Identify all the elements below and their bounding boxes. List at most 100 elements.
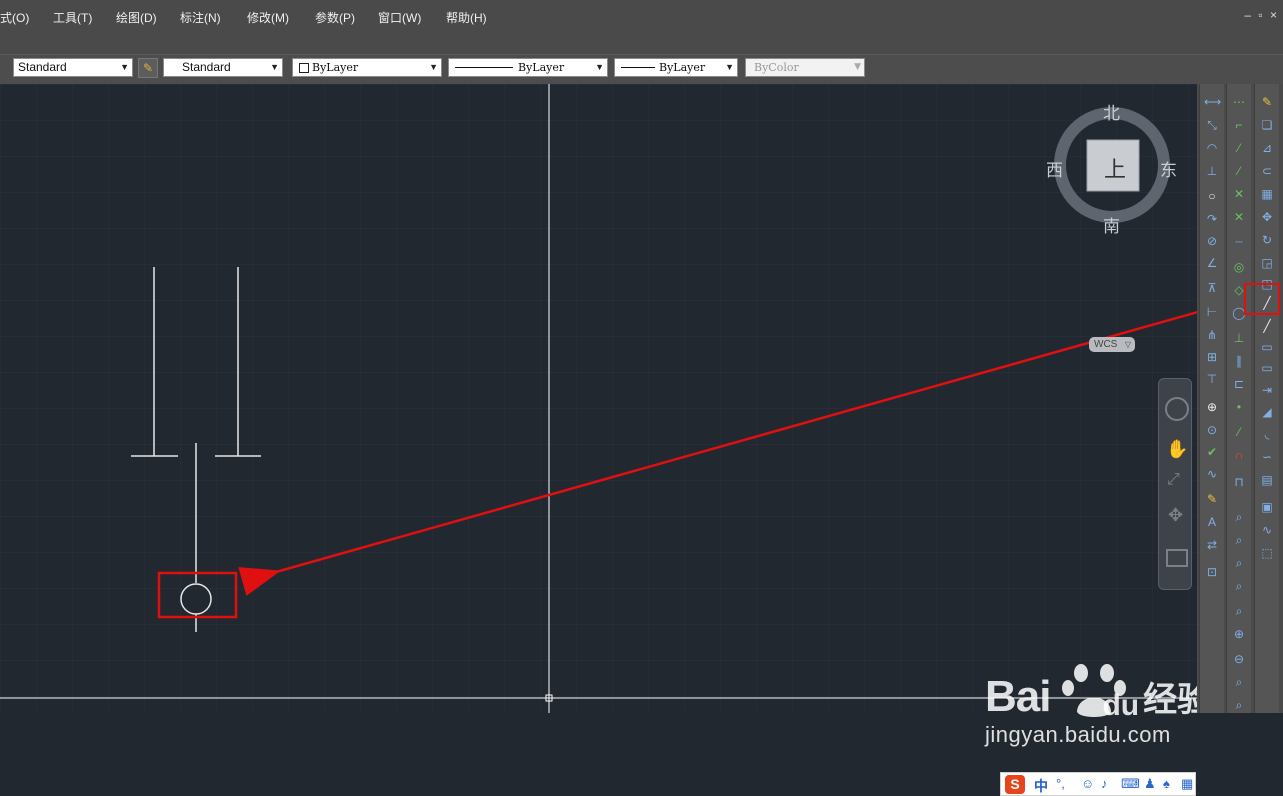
zoom-extents-tb-icon[interactable]: ⌕ (1231, 697, 1247, 713)
zoom-in-icon[interactable]: ⊕ (1231, 626, 1247, 642)
diameter-icon[interactable]: ⊘ (1204, 233, 1220, 249)
color-select[interactable]: ByLayer ▼ (292, 58, 442, 77)
showmotion-icon[interactable] (1166, 549, 1188, 567)
dimedit-icon[interactable]: ✎ (1204, 491, 1220, 507)
snap-endpoint-icon[interactable]: ⁄ (1231, 140, 1247, 156)
ime-chinese-mode[interactable]: 中 (1034, 776, 1048, 796)
toolbox-icon[interactable]: ▦ (1181, 776, 1193, 792)
snap-midpoint-icon[interactable]: ⁄ (1231, 163, 1247, 179)
snap-parallel-icon[interactable]: ∥ (1231, 353, 1247, 369)
microphone-icon[interactable]: ♪ (1101, 776, 1108, 791)
baseline-icon[interactable]: ⊢ (1204, 304, 1220, 320)
array-icon[interactable]: ▦ (1259, 186, 1275, 202)
window-controls[interactable]: – ▫ × (1244, 8, 1279, 22)
tolerance-icon[interactable]: ⊕ (1204, 399, 1220, 415)
linetype-select[interactable]: ByLayer ▼ (448, 58, 608, 77)
fillet-icon[interactable]: ◟ (1259, 426, 1275, 442)
break-icon[interactable]: ⊤ (1204, 371, 1220, 387)
chamfer-icon[interactable]: ◢ (1259, 404, 1275, 420)
angular-icon[interactable]: ∠ (1204, 255, 1220, 271)
snap-extension-icon[interactable]: ┈ (1231, 234, 1247, 250)
snap-apparent-icon[interactable]: ✕ (1231, 209, 1247, 225)
snap-perpendicular-icon[interactable]: ⊥ (1231, 330, 1247, 346)
viewcube-west[interactable]: 西 (1046, 156, 1063, 181)
rotate-icon[interactable]: ↻ (1259, 232, 1275, 248)
quick-dimension-icon[interactable]: ⊼ (1204, 280, 1220, 296)
snap-settings-icon[interactable]: ⊓ (1231, 474, 1247, 490)
temporary-track-icon[interactable]: ⋯ (1231, 94, 1247, 110)
snap-node-icon[interactable]: • (1231, 399, 1247, 415)
orbit-icon[interactable]: ✥ (1168, 505, 1183, 526)
explode-icon[interactable]: ▤ (1259, 472, 1275, 488)
inspection-icon[interactable]: ✔ (1204, 444, 1220, 460)
dimstyle-icon[interactable]: ⊡ (1204, 564, 1220, 580)
continue-icon[interactable]: ⋔ (1204, 327, 1220, 343)
steering-wheel-icon[interactable] (1165, 397, 1189, 421)
snap-intersection-icon[interactable]: ✕ (1231, 186, 1247, 202)
join-icon[interactable]: ⇥ (1259, 382, 1275, 398)
viewcube-east[interactable]: 东 (1160, 156, 1177, 181)
mirror-icon[interactable]: ⊿ (1259, 140, 1275, 156)
ime-punctuation[interactable]: °, (1056, 776, 1065, 791)
sogou-logo-icon[interactable]: S (1005, 775, 1025, 794)
snap-center-icon[interactable]: ◎ (1231, 259, 1247, 275)
zoom-object-icon[interactable]: ⌕ (1231, 603, 1247, 619)
pan-hand-icon[interactable]: ✋ (1166, 439, 1188, 460)
snap-from-icon[interactable]: ⌐ (1231, 117, 1247, 133)
extend-icon[interactable]: ╱ (1259, 318, 1275, 334)
update-icon[interactable]: ⇄ (1204, 537, 1220, 553)
linear-dimension-icon[interactable]: ⟷ (1204, 94, 1221, 110)
aligned-dimension-icon[interactable]: ⤡ (1204, 117, 1220, 133)
jogged-icon[interactable]: ↷ (1204, 211, 1220, 227)
lineweight-select[interactable]: ByLayer ▼ (614, 58, 738, 77)
select-icon[interactable]: ⬚ (1259, 545, 1275, 561)
viewcube-south[interactable]: 南 (1103, 212, 1120, 237)
menu-dimension[interactable]: 标注(N) (180, 9, 221, 26)
break-icon-2[interactable]: ▭ (1259, 360, 1275, 376)
viewcube-north[interactable]: 北 (1103, 99, 1120, 124)
emoji-icon[interactable]: ☺ (1081, 776, 1094, 791)
menu-parametric[interactable]: 参数(P) (315, 9, 355, 26)
arc-length-icon[interactable]: ◠ (1204, 140, 1220, 156)
wcs-button[interactable]: WCS ▽ (1089, 337, 1135, 352)
zoom-all-icon[interactable]: ⌕ (1231, 674, 1247, 690)
move-icon[interactable]: ✥ (1259, 209, 1275, 225)
copy-icon[interactable]: ❏ (1259, 117, 1275, 133)
snap-none-icon[interactable]: ∩ (1231, 447, 1247, 463)
center-mark-icon[interactable]: ⊙ (1204, 422, 1220, 438)
offset-icon[interactable]: ⊂ (1259, 163, 1275, 179)
draworder-icon[interactable]: ▣ (1259, 499, 1275, 515)
dimtedit-icon[interactable]: A (1204, 514, 1220, 530)
menu-format[interactable]: 式(O) (0, 9, 29, 26)
ordinate-icon[interactable]: ⊥ (1204, 163, 1220, 179)
dimension-style-icon[interactable]: ✎ (138, 58, 158, 78)
zoom-scale-icon[interactable]: ⌕ (1231, 555, 1247, 571)
snap-insert-icon[interactable]: ⊏ (1231, 376, 1247, 392)
scale-icon[interactable]: ◲ (1259, 255, 1275, 271)
user-icon[interactable]: ♟ (1144, 776, 1156, 792)
menu-help[interactable]: 帮助(H) (446, 9, 487, 26)
menu-modify[interactable]: 修改(M) (247, 9, 289, 26)
break-at-point-icon[interactable]: ▭ (1259, 339, 1275, 355)
skin-icon[interactable]: ♠ (1163, 776, 1170, 791)
snap-nearest-icon[interactable]: ⁄ (1231, 424, 1247, 440)
zoom-center-icon[interactable]: ⌕ (1231, 578, 1247, 594)
zoom-window-icon[interactable]: ⌕ (1231, 509, 1247, 525)
menu-tools[interactable]: 工具(T) (53, 9, 92, 26)
text-style-select[interactable]: Standard ▼ (13, 58, 133, 77)
radius-icon[interactable]: ○ (1204, 188, 1220, 204)
zoom-extents-icon[interactable]: ⤢ (1167, 471, 1180, 489)
spline-edit-icon[interactable]: ∿ (1259, 522, 1275, 538)
viewcube-top-face[interactable]: 上 (1104, 152, 1126, 184)
menu-window[interactable]: 窗口(W) (378, 9, 421, 26)
jogged-linear-icon[interactable]: ∿ (1204, 466, 1220, 482)
zoom-out-icon[interactable]: ⊖ (1231, 651, 1247, 667)
space-icon[interactable]: ⊞ (1204, 349, 1220, 365)
erase-icon[interactable]: ✎ (1259, 94, 1275, 110)
blend-icon[interactable]: ∽ (1259, 449, 1275, 465)
dim-style-select[interactable]: Standard ▼ (163, 58, 283, 77)
menu-draw[interactable]: 绘图(D) (116, 9, 157, 26)
keyboard-icon[interactable]: ⌨ (1121, 776, 1140, 792)
zoom-dynamic-icon[interactable]: ⌕ (1231, 532, 1247, 548)
drawing-area[interactable]: 北 西 东 南 上 WCS ▽ ✋ ⤢ ✥ Bai du 经验 jingyan.bai… (0, 84, 1211, 796)
